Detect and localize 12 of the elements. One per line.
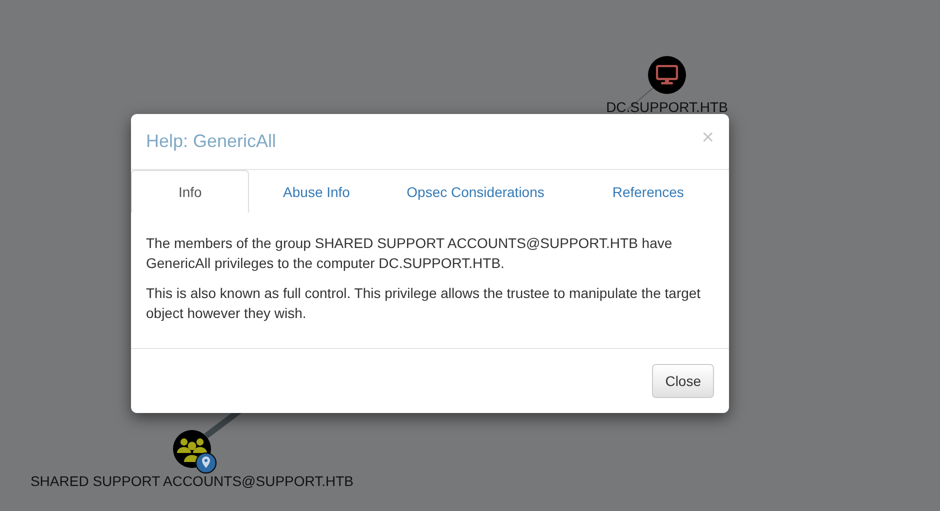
graph-node[interactable] — [648, 56, 686, 94]
node-label: DC.SUPPORT.HTB — [605, 99, 729, 115]
close-button[interactable]: Close — [652, 364, 714, 398]
tab[interactable]: References — [567, 170, 729, 213]
dialog-title: Help: GenericAll — [146, 131, 276, 152]
group-icon — [177, 436, 207, 462]
tab[interactable]: Info — [131, 170, 250, 213]
description-text: The members of the group SHARED SUPPORT ACCOUNTS@SUPPORT.HTB have GenericAll privileges to the computer DC.SUPPORT.HTB. — [146, 234, 674, 273]
location-pin-icon — [195, 452, 217, 474]
description-text: This is also known as full control. This privilege allows the trustee to manipulate the target object however they wish. — [146, 284, 702, 323]
node-label: SHARED SUPPORT ACCOUNTS@SUPPORT.HTB — [29, 473, 355, 489]
monitor-icon — [656, 65, 678, 85]
